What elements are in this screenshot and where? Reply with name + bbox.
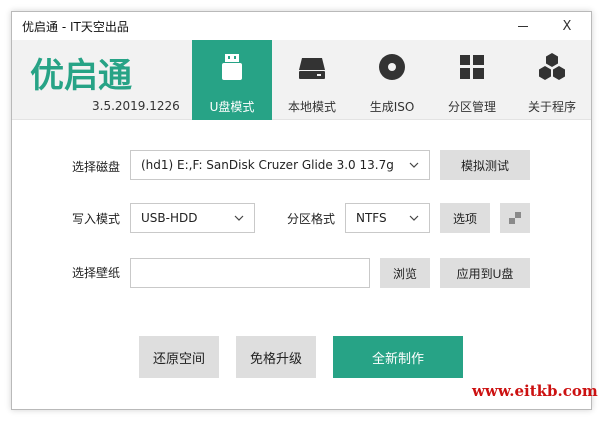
new-build-button[interactable]: 全新制作 [333,336,463,378]
chevron-down-icon [409,162,419,168]
browse-button[interactable]: 浏览 [380,258,430,288]
close-button[interactable]: X [549,14,585,38]
tab-local-mode[interactable]: 本地模式 [272,40,352,120]
tab-usb-mode[interactable]: U盘模式 [192,40,272,120]
close-icon: X [562,18,572,34]
minimize-icon [518,25,528,27]
tab-usb-mode-label: U盘模式 [209,100,255,114]
chevron-down-icon [234,215,244,221]
simulate-test-button[interactable]: 模拟测试 [440,150,530,180]
version-label: 3.5.2019.1226 [92,99,180,113]
about-hexagons-icon [539,53,565,80]
header-bar: 优启通 3.5.2019.1226 U盘模式 本地模式 生成ISO 分区管理 关… [12,40,591,120]
advanced-settings-button[interactable] [500,203,530,233]
tab-generate-iso-label: 生成ISO [369,100,415,114]
tab-about[interactable]: 关于程序 [512,40,592,120]
disc-icon [379,54,405,80]
partition-format-value: NTFS [356,211,387,225]
usb-drive-icon [222,54,242,80]
watermark-text: www.eitkb.com [472,382,598,400]
wallpaper-path-input[interactable] [130,258,370,288]
svg-text:优启通: 优启通 [30,56,132,94]
app-window: 优启通 - IT天空出品 X 优启通 3.5.2019.1226 U盘模式 本地… [11,11,592,410]
partition-format-label: 分区格式 [287,212,336,226]
window-title: 优启通 - IT天空出品 [22,20,129,34]
hard-disk-icon [299,58,325,79]
restore-space-button[interactable]: 还原空间 [139,336,219,378]
write-mode-label: 写入模式 [72,212,121,226]
partition-grid-icon [460,55,484,79]
tab-generate-iso[interactable]: 生成ISO [352,40,432,120]
write-mode-select[interactable]: USB-HDD [130,203,255,233]
wallpaper-label: 选择壁纸 [72,266,121,280]
chevron-down-icon [409,215,419,221]
app-logo: 优启通 [30,56,132,94]
write-mode-value: USB-HDD [141,211,198,225]
disk-select[interactable]: (hd1) E:,F: SanDisk Cruzer Glide 3.0 13.… [130,150,430,180]
checker-grid-icon [509,212,521,224]
tab-about-label: 关于程序 [527,100,576,114]
minimize-button[interactable] [505,14,541,38]
tab-local-mode-label: 本地模式 [287,100,336,114]
format-free-upgrade-button[interactable]: 免格升级 [236,336,316,378]
disk-select-value: (hd1) E:,F: SanDisk Cruzer Glide 3.0 13.… [141,158,394,172]
title-bar: 优启通 - IT天空出品 X [12,12,591,40]
tab-partition-manager-label: 分区管理 [447,100,496,114]
options-button[interactable]: 选项 [440,203,490,233]
tab-partition-manager[interactable]: 分区管理 [432,40,512,120]
partition-format-select[interactable]: NTFS [345,203,430,233]
apply-to-usb-button[interactable]: 应用到U盘 [440,258,530,288]
disk-label: 选择磁盘 [72,160,121,174]
